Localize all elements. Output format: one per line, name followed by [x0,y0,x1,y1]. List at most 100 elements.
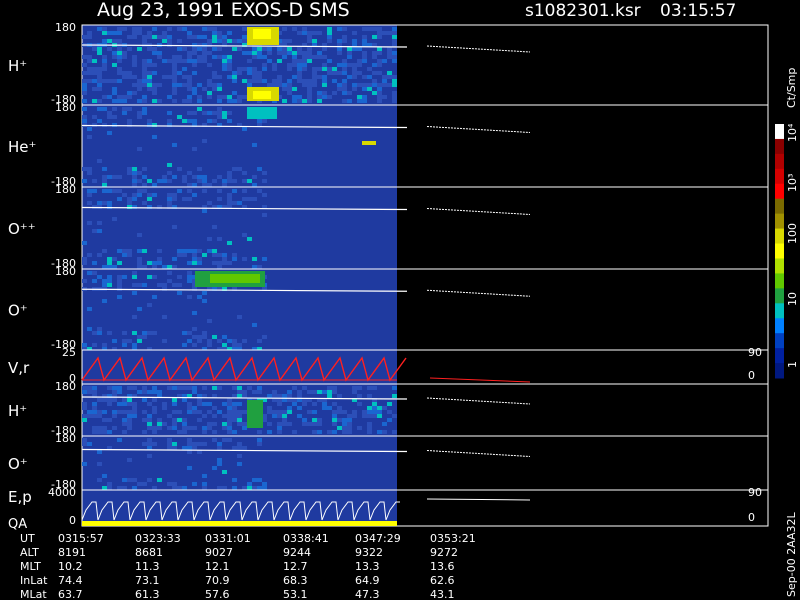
table-cell: 13.6 [430,560,455,573]
panel-label: O⁺ [8,302,28,320]
colorbar-tick: 100 [786,223,799,244]
y-top-tick: 180 [55,432,76,445]
table-cell: 8681 [135,546,163,559]
table-cell: 53.1 [283,588,308,600]
y-bottom-tick: 0 [69,514,76,527]
colorbar-swatch [775,153,784,170]
table-cell: 68.3 [283,574,308,587]
y2-bottom-tick: 0 [748,369,755,382]
panel-nodata-area [397,25,768,105]
colorbar-swatch [775,363,784,379]
chart-title: Aug 23, 1991 EXOS-D SMS [97,0,350,21]
colorbar-swatch [775,138,784,155]
qa-bar [82,521,397,526]
panel-label: H⁺ [8,402,27,420]
table-row-label: UT [20,532,35,545]
table-cell: 10.2 [58,560,83,573]
table-cell: 43.1 [430,588,455,600]
colorbar-swatch [775,198,784,215]
colorbar-swatch [775,258,784,274]
panel-label: H⁺ [8,57,27,75]
table-cell: 0315:57 [58,532,104,545]
table-cell: 0347:29 [355,532,401,545]
table-cell: 0323:33 [135,532,181,545]
panel-nodata-area [397,384,768,436]
table-cell: 9027 [205,546,233,559]
table-cell: 61.3 [135,588,160,600]
table-row-label: MLat [20,588,47,600]
colorbar-swatch [775,288,784,304]
y-top-tick: 25 [62,346,76,359]
y2-top-tick: 90 [748,346,762,359]
panel-label: O⁺ [8,455,28,473]
panel-label: E,p [8,488,32,506]
panel-1: He⁺180-180 [8,101,769,188]
panel-label: V,r [8,359,30,377]
panel-label-2: QA [8,517,27,532]
colorbar-swatch [775,124,784,140]
table-cell: 11.3 [135,560,160,573]
colorbar-tick: 10⁴ [786,123,799,142]
panel-nodata-area [397,105,768,187]
y2-bottom-tick: 0 [748,511,755,524]
table-cell: 57.6 [205,588,230,600]
panel-6: O⁺180-180 [8,432,769,491]
file-name: s1082301.ksr [525,1,641,21]
colorbar-swatch [775,213,784,230]
table-cell: 64.9 [355,574,380,587]
colorbar-swatch [775,273,784,289]
header-time: 03:15:57 [660,1,736,21]
panel-4: V,r250900 [8,346,769,385]
colorbar-swatch [775,333,784,349]
table-row-label: MLT [20,560,41,573]
colorbar-swatch [775,243,784,259]
table-cell: 12.7 [283,560,308,573]
colorbar-swatch [775,348,784,364]
table-cell: 0338:41 [283,532,329,545]
panel-5: H⁺180-180 [8,380,769,437]
table-cell: 63.7 [58,588,83,600]
y-top-tick: 180 [55,101,76,114]
panel-7: E,p QA 4000 0 90 0 [8,486,769,532]
panel-nodata-area [397,269,768,350]
panel-nodata-area [397,187,768,269]
table-cell: 73.1 [135,574,160,587]
sms-spectrogram-chart: H⁺180-180He⁺180-180O⁺⁺180-180O⁺180-180V,… [8,0,799,600]
table-row-label: InLat [20,574,48,587]
y-top-tick: 4000 [48,486,76,499]
footer-note: Sep-00 2AA32L [785,511,798,597]
colorbar-tick: 10³ [786,174,799,192]
panel-3: O⁺180-180 [8,265,769,351]
panel-nodata-area [397,490,768,526]
table-cell: 47.3 [355,588,380,600]
table-row-label: ALT [20,546,39,559]
panel-0: H⁺180-180 [8,21,769,106]
colorbar-swatch [775,183,784,200]
table-cell: 9244 [283,546,311,559]
colorbar-swatch [775,318,784,334]
table-cell: 9322 [355,546,383,559]
y-top-tick: 180 [55,183,76,196]
colorbar-swatch [775,168,784,185]
table-cell: 0331:01 [205,532,251,545]
panel-data-area [82,350,397,384]
panel-label: He⁺ [8,138,36,156]
y-top-tick: 180 [55,265,76,278]
table-cell: 9272 [430,546,458,559]
panel-label: O⁺⁺ [8,220,36,238]
y-top-tick: 180 [55,21,76,34]
colorbar-tick: 10 [786,292,799,306]
colorbar-label: Ct/Smp [785,68,798,108]
y2-top-tick: 90 [748,486,762,499]
panel-data-area [82,490,397,526]
colorbar-tick: 1 [786,361,799,368]
panel-nodata-area [397,436,768,490]
table-cell: 8191 [58,546,86,559]
table-cell: 74.4 [58,574,83,587]
table-cell: 12.1 [205,560,230,573]
table-cell: 0353:21 [430,532,476,545]
colorbar-swatch [775,303,784,319]
table-cell: 62.6 [430,574,455,587]
colorbar-swatch [775,228,784,245]
panel-2: O⁺⁺180-180 [8,183,769,270]
